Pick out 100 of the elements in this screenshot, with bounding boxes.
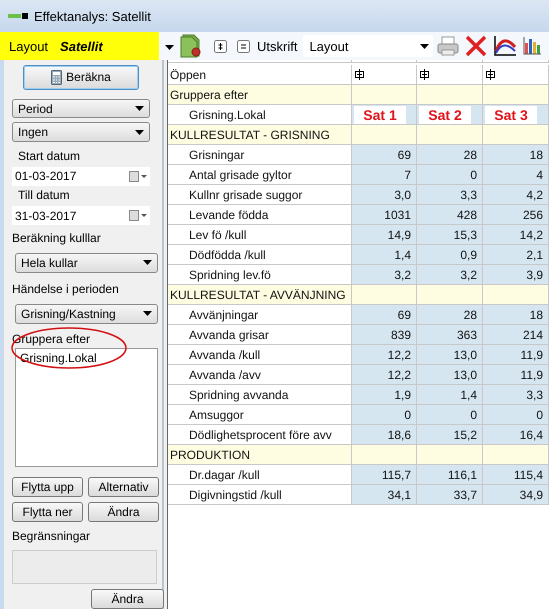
- table-cell: [483, 445, 549, 465]
- table-cell: [417, 445, 483, 465]
- dropdown-caret-icon: [143, 311, 152, 316]
- button[interactable]: Ändra: [91, 589, 164, 609]
- field-label: Händelse i perioden: [12, 282, 120, 297]
- field-label: Beräkning kulllar: [12, 231, 102, 246]
- expand-icon[interactable]: [486, 69, 495, 80]
- dropdown-caret-icon: [143, 260, 152, 266]
- calendar-icon[interactable]: [129, 170, 148, 182]
- table-cell: 1,4: [352, 245, 417, 265]
- group-header: Gruppera efter: [168, 85, 352, 105]
- date-field[interactable]: 01-03-2017: [12, 166, 150, 186]
- table-cell: 0: [352, 405, 417, 425]
- window-title: Effektanalys: Satellit: [34, 8, 151, 24]
- table-cell: 115,4: [483, 465, 549, 485]
- table-cell: 28: [417, 305, 483, 325]
- table-cell: 18,6: [352, 425, 417, 445]
- close-icon[interactable]: [465, 35, 488, 57]
- list-item[interactable]: Grisning.Lokal: [20, 351, 153, 366]
- dropdown-caret-icon: [420, 44, 430, 48]
- bar-chart-icon[interactable]: [523, 37, 542, 55]
- collapse-all-icon[interactable]: [237, 40, 250, 52]
- litter-dropdown[interactable]: Hela kullar: [15, 252, 158, 273]
- table-cell: 33,7: [417, 485, 483, 505]
- line-chart-icon[interactable]: [493, 35, 518, 57]
- table-cell: 13,0: [417, 365, 483, 385]
- table-cell: 0: [483, 405, 549, 425]
- dropdown-caret-icon: [135, 106, 144, 112]
- table-cell: 2,1: [483, 245, 549, 265]
- expand-icon[interactable]: [355, 69, 364, 80]
- table-cell: 839: [352, 325, 417, 345]
- group-list[interactable]: Grisning.Lokal: [15, 348, 158, 467]
- row-label: Levande födda: [168, 205, 352, 225]
- calculator-icon: [51, 70, 62, 85]
- button[interactable]: Alternativ: [88, 476, 159, 497]
- table-cell: 34,9: [483, 485, 549, 505]
- table-cell: 16,4: [483, 425, 549, 445]
- dropdown-caret-icon: [165, 45, 174, 50]
- row-label: Lev fö /kull: [168, 225, 352, 245]
- table-cell: 13,0: [417, 345, 483, 365]
- table-cell: 0: [417, 165, 483, 185]
- calculate-button[interactable]: Beräkna: [23, 65, 139, 90]
- table-cell: 15,3: [417, 225, 483, 245]
- field-label: Start datum: [18, 149, 82, 164]
- table-cell: 3,0: [352, 185, 417, 205]
- date-field[interactable]: 31-03-2017: [12, 206, 150, 226]
- table-cell: [483, 125, 549, 145]
- table-cell: 0,9: [417, 245, 483, 265]
- row-label: Avvanda grisar: [168, 325, 352, 345]
- table-cell: 11,9: [483, 365, 549, 385]
- table-cell: 11,9: [483, 345, 549, 365]
- table-cell: 14,9: [352, 225, 417, 245]
- period-type-dropdown[interactable]: Ingen: [12, 122, 150, 142]
- table-cell: 115,7: [352, 465, 417, 485]
- field-label: Till datum: [18, 188, 71, 202]
- section-header: PRODUKTION: [168, 445, 352, 465]
- table-cell: 18: [483, 145, 549, 165]
- row-label: Amsuggor: [168, 405, 352, 425]
- table-cell: 3,3: [417, 185, 483, 205]
- button[interactable]: Flytta ner: [12, 502, 83, 522]
- limits-field[interactable]: [12, 550, 157, 584]
- row-label: Avvänjningar: [168, 305, 352, 325]
- table-cell: 12,2: [352, 365, 417, 385]
- table-cell: 4: [483, 165, 549, 185]
- button[interactable]: Flytta upp: [12, 476, 83, 497]
- table-cell: 14,2: [483, 225, 549, 245]
- table-cell: 0: [417, 405, 483, 425]
- button[interactable]: Ändra: [88, 502, 159, 522]
- row-label: Dr.dagar /kull: [168, 465, 352, 485]
- table-cell: 3,2: [352, 265, 417, 285]
- print-label: Utskrift: [257, 38, 298, 54]
- calendar-icon[interactable]: [129, 210, 148, 222]
- row-label: Avvanda /avv: [168, 365, 352, 385]
- table-cell: [352, 445, 417, 465]
- expand-icon[interactable]: [420, 69, 429, 80]
- table-cell: [483, 285, 549, 305]
- print-layout-dropdown[interactable]: Layout: [303, 35, 434, 57]
- table-cell: 34,1: [352, 485, 417, 505]
- printer-icon[interactable]: [437, 36, 460, 56]
- column-header[interactable]: Sat 3: [483, 105, 549, 125]
- expand-all-icon[interactable]: [214, 40, 227, 52]
- table-cell: 69: [352, 145, 417, 165]
- event-dropdown[interactable]: Grisning/Kastning: [15, 304, 158, 324]
- table-cell: 1031: [352, 205, 417, 225]
- table-cell: 256: [483, 205, 549, 225]
- table-cell: [352, 285, 417, 305]
- app-icon: [8, 13, 28, 19]
- table-cell: 69: [352, 305, 417, 325]
- column-header[interactable]: Sat 2: [417, 105, 483, 125]
- table-cell: 12,2: [352, 345, 417, 365]
- field-label: Begränsningar: [12, 528, 92, 544]
- dropdown-caret-icon: [135, 130, 144, 135]
- column-header[interactable]: Sat 1: [352, 105, 417, 125]
- table-cell: 28: [417, 145, 483, 165]
- row-label: Avvanda /kull: [168, 345, 352, 365]
- table-cell: 3,3: [483, 385, 549, 405]
- period-dropdown[interactable]: Period: [12, 98, 150, 118]
- table-cell: 1,4: [417, 385, 483, 405]
- row-label: Dödfödda /kull: [168, 245, 352, 265]
- layout-selector[interactable]: Layout Satellit: [0, 32, 159, 60]
